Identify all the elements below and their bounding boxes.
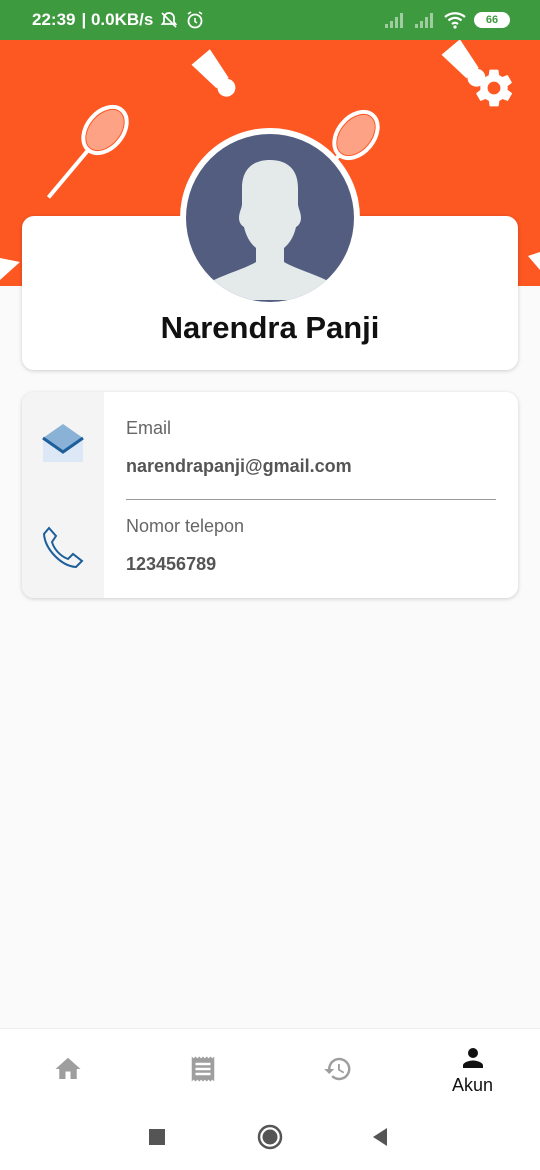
email-value: narendrapanji@gmail.com: [126, 456, 352, 476]
person-silhouette-icon: [198, 160, 342, 300]
phone-label: Nomor telepon: [126, 516, 245, 536]
contact-info-card: Email narendrapanji@gmail.com Nomor tele…: [22, 392, 518, 598]
notifications-off-icon: [161, 12, 178, 28]
person-icon: [462, 1048, 483, 1068]
wifi-icon: [444, 12, 466, 29]
nav-item-home[interactable]: [0, 1029, 135, 1110]
nav-item-history[interactable]: [270, 1029, 405, 1110]
nav-label-account: Akun: [451, 1075, 494, 1095]
history-icon: [323, 1057, 350, 1080]
receipt-icon: [191, 1056, 214, 1081]
avatar-image: [186, 134, 354, 302]
battery-indicator: 66: [474, 12, 510, 28]
system-nav-bar: [0, 1110, 540, 1170]
signal-icon-2: [415, 13, 433, 28]
status-left: 22:39 | 0.0KB/s: [32, 0, 205, 40]
back-icon[interactable]: [371, 1127, 389, 1147]
alarm-icon: [187, 11, 203, 29]
status-right: 66: [384, 0, 510, 40]
info-icon-column: [22, 392, 104, 598]
gear-icon: [476, 69, 512, 107]
home-circle-icon[interactable]: [257, 1124, 283, 1150]
phone-icon: [42, 526, 84, 568]
nav-item-transactions[interactable]: [135, 1029, 270, 1110]
bottom-nav: Akun: [0, 1028, 540, 1110]
status-time: 22:39: [32, 10, 76, 29]
email-icon: [42, 424, 84, 462]
settings-button[interactable]: [472, 66, 516, 110]
email-label: Email: [126, 418, 172, 438]
network-speed: | 0.0KB/s: [81, 10, 154, 29]
recent-apps-icon[interactable]: [148, 1128, 166, 1146]
avatar[interactable]: [180, 128, 360, 308]
phone-value: 123456789: [126, 554, 217, 574]
info-divider: [126, 499, 496, 500]
home-icon: [55, 1057, 80, 1079]
nav-item-account[interactable]: Akun: [405, 1029, 540, 1110]
signal-icon: [385, 13, 403, 28]
status-bar: 22:39 | 0.0KB/s 66: [0, 0, 540, 40]
profile-name: Narendra Panji: [160, 310, 380, 345]
